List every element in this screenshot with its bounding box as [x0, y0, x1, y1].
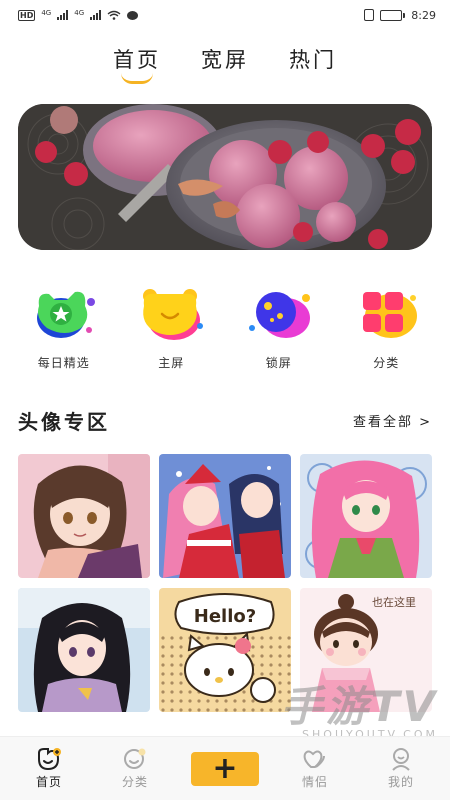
- category-label-lock: 锁屏: [265, 356, 292, 370]
- plus-icon: +: [212, 750, 238, 786]
- tab-home[interactable]: 首页: [113, 44, 161, 84]
- cartoon-girl-image: 也在这里: [300, 588, 432, 712]
- home-icon: [38, 748, 61, 771]
- nav-profile[interactable]: 我的: [371, 747, 431, 790]
- signal-icon-2: [90, 10, 102, 20]
- ice-cream-banner-image: [18, 104, 432, 250]
- category-label-home: 主屏: [158, 356, 185, 370]
- anime-christmas-image: [159, 454, 291, 578]
- nav-label-couple: 情侣: [301, 775, 328, 789]
- category-shortcuts: 每日精选 主屏 锁屏 分类: [0, 286, 450, 371]
- tab-widescreen[interactable]: 宽屏: [201, 44, 249, 84]
- bear-face-icon: [143, 289, 204, 340]
- nav-couple[interactable]: 情侣: [285, 747, 345, 790]
- profile-icon: [392, 748, 410, 771]
- nav-category[interactable]: 分类: [105, 747, 165, 790]
- hd-badge: HD: [18, 9, 36, 21]
- status-right: 8:29: [364, 9, 436, 22]
- featured-banner[interactable]: [18, 104, 432, 250]
- avatar-grid: Hello? 也在这里: [18, 454, 432, 712]
- signal-icon: [57, 10, 69, 20]
- network-type-2: 4G: [74, 8, 85, 17]
- category-label-browse: 分类: [373, 356, 400, 370]
- anime-girl-brown-hair-image: [18, 454, 150, 578]
- nav-label-category: 分类: [121, 775, 148, 789]
- anime-pink-hair-image: [300, 454, 432, 578]
- avatar-thumb-1[interactable]: [18, 454, 150, 578]
- avatar-section-header: 头像专区 查看全部 >: [18, 406, 432, 435]
- cartoon-caption: 也在这里: [372, 595, 416, 609]
- wifi-icon: [107, 10, 121, 20]
- nav-home[interactable]: 首页: [19, 747, 79, 790]
- hello-kitty-image: Hello?: [159, 588, 291, 712]
- hearts-icon: [303, 750, 325, 768]
- status-time: 8:29: [411, 8, 436, 22]
- nav-label-profile: 我的: [387, 775, 414, 789]
- status-left: HD 4G 4G: [18, 8, 139, 21]
- hello-caption: Hello?: [194, 606, 256, 627]
- add-button[interactable]: +: [191, 750, 259, 786]
- anime-black-hair-image: [18, 588, 150, 712]
- avatar-thumb-6[interactable]: 也在这里: [300, 588, 432, 712]
- category-browse[interactable]: 分类: [341, 286, 431, 371]
- avatar-thumb-3[interactable]: [300, 454, 432, 578]
- vibrate-icon: [364, 9, 375, 21]
- category-home-screen[interactable]: 主屏: [126, 286, 216, 371]
- tab-popular[interactable]: 热门: [289, 44, 337, 84]
- status-bar: HD 4G 4G 8:29: [0, 0, 450, 30]
- avatar-thumb-4[interactable]: [18, 588, 150, 712]
- nav-label-home: 首页: [35, 775, 62, 789]
- message-icon: [127, 10, 139, 20]
- bottom-nav: 首页 分类 + 情侣 我的: [0, 736, 450, 800]
- category-lock-screen[interactable]: 锁屏: [234, 286, 324, 371]
- avatar-thumb-5[interactable]: Hello?: [159, 588, 291, 712]
- battery-icon: [380, 9, 406, 21]
- avatar-thumb-2[interactable]: [159, 454, 291, 578]
- view-all-link[interactable]: 查看全部 >: [353, 411, 432, 430]
- category-label-daily: 每日精选: [37, 356, 90, 370]
- top-tabs: 首页 宽屏 热门: [0, 44, 450, 84]
- category-daily-picks[interactable]: 每日精选: [19, 286, 109, 371]
- category-icon: [124, 748, 146, 769]
- star-icon: [36, 291, 95, 338]
- planet-icon: [248, 292, 310, 338]
- grid-icon: [363, 292, 418, 338]
- network-type-1: 4G: [41, 8, 52, 17]
- section-title: 头像专区: [18, 410, 110, 434]
